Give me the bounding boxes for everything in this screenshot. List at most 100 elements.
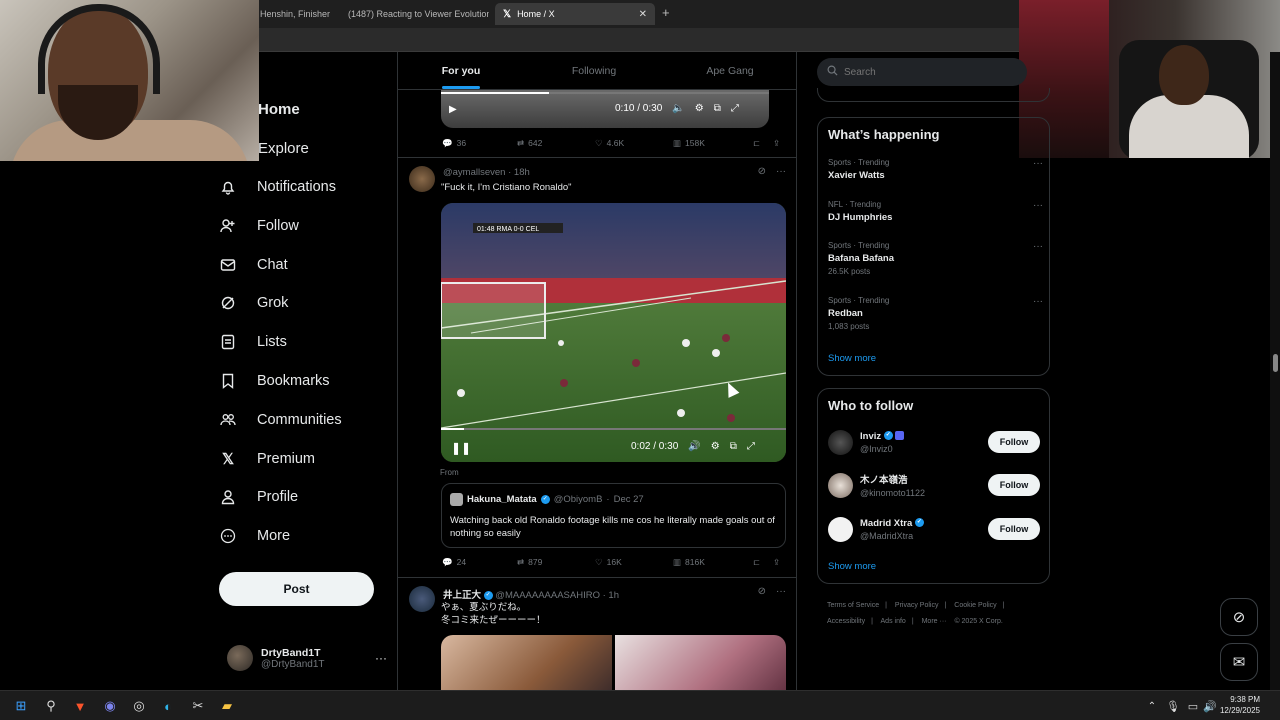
capcut-icon[interactable]: ✂ [188,696,208,716]
sidebar-item-explore[interactable]: Explore [219,129,389,168]
tab-following[interactable]: Following [524,52,664,89]
views-button[interactable]: ▥ 816K [673,557,753,568]
more-dots-icon[interactable]: ··· [1033,200,1043,211]
more-dots-icon[interactable]: ··· [1033,296,1043,307]
sidebar-item-premium[interactable]: 𝕏 Premium [219,439,389,478]
grok-fab-button[interactable]: ⊘ [1220,598,1258,636]
video-player[interactable]: ▶ 0:10 / 0:30 🔈 ⚙ ⧉ ⤢ [441,90,769,128]
play-icon[interactable]: ▶ [449,104,457,115]
sidebar-item-more[interactable]: More [219,517,389,556]
brave-browser-icon[interactable]: ▼ [70,696,90,716]
footer-link[interactable]: Ads info [881,618,906,625]
tab-for-you[interactable]: For you [398,52,524,89]
repost-button[interactable]: ⇄ 642 [517,138,595,149]
sidebar-item-grok[interactable]: Grok [219,284,389,323]
fullscreen-icon[interactable]: ⤢ [747,441,755,452]
search-input[interactable] [844,66,1004,78]
reply-button[interactable]: 💬 36 [442,138,517,149]
trend-item[interactable]: Sports · Trending Xavier Watts ··· [828,158,1043,181]
sidebar-item-follow[interactable]: Follow [219,206,389,245]
trend-item[interactable]: NFL · Trending DJ Humphries ··· [828,200,1043,223]
follow-button[interactable]: Follow [988,474,1040,496]
sidebar-item-bookmarks[interactable]: Bookmarks [219,362,389,401]
views-button[interactable]: ▥ 158K [673,138,753,149]
sidebar-item-notifications[interactable]: Notifications [219,168,389,207]
suggested-user[interactable]: Madrid Xtra ✓ @MadridXtra Follow [828,514,1040,544]
more-dots-icon[interactable]: ··· [375,651,387,665]
more-dots-icon[interactable]: ··· [1033,241,1043,252]
more-dots-icon[interactable]: ··· [776,586,786,597]
system-clock[interactable]: 9:38 PM 12/29/2025 [1220,694,1260,716]
show-more-link[interactable]: Show more [828,353,876,364]
footer-link[interactable]: Cookie Policy [954,602,996,609]
settings-icon[interactable]: ⚙ [695,103,704,114]
chevron-up-icon[interactable]: ⌃ [1142,696,1162,716]
close-icon[interactable]: ✕ [639,9,647,20]
share-icon[interactable]: ⇪ [773,138,780,149]
volume-icon[interactable]: 🔊 [1200,696,1220,716]
like-button[interactable]: ♡ 4.6K [595,138,673,149]
tab-ape-gang[interactable]: Ape Gang [664,52,796,89]
new-tab-button[interactable]: + [662,5,670,20]
sidebar-item-lists[interactable]: Lists [219,323,389,362]
suggested-user[interactable]: 木ノ本嶺浩 @kinomoto1122 Follow [828,470,1040,500]
sidebar-item-profile[interactable]: Profile [219,478,389,517]
tweet-handle[interactable]: @aymallseven [443,167,505,178]
suggested-user[interactable]: Inviz ✓ @Inviz0 Follow [828,427,1040,457]
microphone-icon[interactable]: 🎙 [1163,696,1183,716]
share-icon[interactable]: ⇪ [773,557,780,568]
sidebar-item-chat[interactable]: Chat [219,245,389,284]
sidebar-item-communities[interactable]: Communities [219,400,389,439]
tweet-name[interactable]: 井上正大 [443,590,481,601]
fullscreen-icon[interactable]: ⤢ [731,103,739,114]
follow-button[interactable]: Follow [988,431,1040,453]
file-explorer-icon[interactable]: ▰ [217,696,237,716]
tweet-handle[interactable]: @MAAAAAAAASAHIRO [495,590,600,601]
avatar[interactable] [409,166,435,192]
scrollbar-thumb[interactable] [1273,354,1278,372]
tweet-image[interactable] [615,635,786,690]
tweet-time[interactable]: 18h [514,167,530,178]
repost-button[interactable]: ⇄ 879 [517,557,595,568]
grok-icon[interactable]: ⊘ [758,166,766,177]
volume-icon[interactable]: 🔊 [688,441,700,452]
trend-item[interactable]: Sports · Trending Redban 1,083 posts ··· [828,296,1043,331]
footer-link[interactable]: Privacy Policy [895,602,939,609]
edge-icon[interactable]: ◐ [158,696,178,716]
trend-item[interactable]: Sports · Trending Bafana Bafana 26.5K po… [828,241,1043,276]
like-button[interactable]: ♡ 16K [595,557,673,568]
show-more-link[interactable]: Show more [828,561,876,572]
more-dots-icon[interactable]: ··· [776,166,786,177]
search-box[interactable] [817,58,1027,86]
follow-button[interactable]: Follow [988,518,1040,540]
obs-icon[interactable]: ◎ [129,696,149,716]
post-button[interactable]: Post [219,572,374,606]
teams-icon[interactable]: ◉ [100,696,120,716]
tweet-time[interactable]: 1h [608,590,619,601]
reply-button[interactable]: 💬 24 [442,557,517,568]
tweet-image[interactable] [441,635,612,690]
scrollbar[interactable] [1270,52,1280,690]
pause-icon[interactable]: ❚❚ [451,441,471,455]
bookmark-icon[interactable]: ⊏ [753,138,773,149]
browser-tab[interactable]: (1487) Reacting to Viewer Evolutions [334,3,489,25]
footer-link[interactable]: Terms of Service [827,602,879,609]
avatar[interactable] [409,586,435,612]
settings-icon[interactable]: ⚙ [711,441,720,452]
sidebar-item-home[interactable]: Home [219,90,389,129]
messages-fab-button[interactable]: ✉ [1220,643,1258,681]
account-switcher[interactable]: DrtyBand1T @DrtyBand1T ··· [227,643,387,673]
pip-icon[interactable]: ⧉ [714,103,721,114]
footer-link[interactable]: Accessibility [827,618,865,625]
footer-link[interactable]: More ··· [922,618,947,625]
video-player[interactable]: 01:48 RMA 0-0 CEL ❚❚ 0:02 / 0:30 🔊 ⚙ ⧉ ⤢ [441,203,786,462]
pip-icon[interactable]: ⧉ [730,441,737,452]
windows-start-icon[interactable]: ⊞ [11,696,31,716]
quoted-tweet[interactable]: Hakuna_Matata ✓ @ObiyomB · Dec 27 Watchi… [441,483,786,548]
search-icon[interactable]: ⚲ [41,696,61,716]
grok-icon[interactable]: ⊘ [758,586,766,597]
more-dots-icon[interactable]: ··· [1033,158,1043,169]
tweet-media[interactable] [441,635,786,690]
bookmark-icon[interactable]: ⊏ [753,557,773,568]
mute-icon[interactable]: 🔈 [672,103,684,114]
